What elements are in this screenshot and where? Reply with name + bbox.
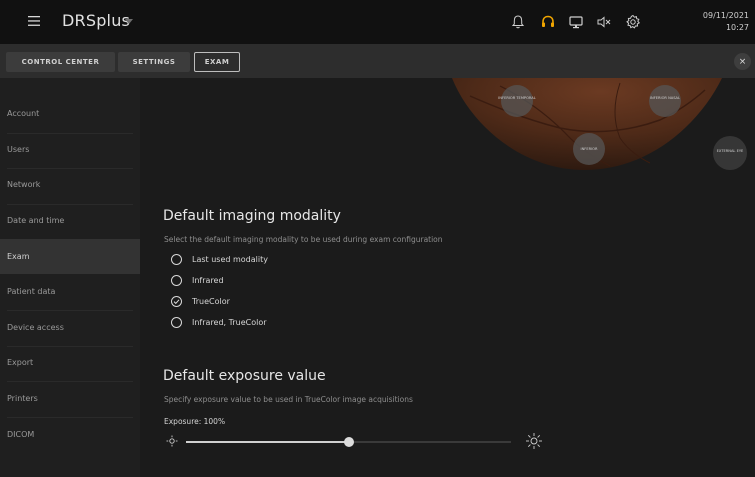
app-name: DRSplus bbox=[62, 11, 131, 30]
radio-label: Infrared, TrueColor bbox=[192, 318, 267, 327]
radio-button-checked[interactable] bbox=[171, 296, 182, 307]
exposure-section-title: Default exposure value bbox=[163, 368, 326, 384]
tab-settings[interactable]: SETTINGS bbox=[118, 52, 190, 72]
field-label: INFERIOR NASAL bbox=[650, 96, 680, 100]
settings-sidebar: Account Users Network Date and time Exam… bbox=[0, 78, 140, 477]
chevron-down-icon[interactable] bbox=[124, 16, 134, 26]
field-external-eye[interactable] bbox=[713, 136, 747, 170]
radio-label: TrueColor bbox=[192, 297, 230, 306]
fundus-field-selector: INFERIOR TEMPORAL INFERIOR NASAL INFERIO… bbox=[452, 78, 747, 170]
tab-exam[interactable]: EXAM bbox=[194, 52, 240, 72]
sidebar-item-account[interactable]: Account bbox=[0, 96, 140, 131]
radio-infrared[interactable]: Infrared bbox=[171, 275, 224, 286]
field-label: INFERIOR bbox=[581, 147, 598, 151]
field-label: INFERIOR TEMPORAL bbox=[498, 96, 536, 100]
volume-muted-icon[interactable] bbox=[596, 14, 612, 30]
radio-last-used-modality[interactable]: Last used modality bbox=[171, 254, 268, 265]
top-bar: DRSplus 09/11/2021 10:27 bbox=[0, 0, 755, 44]
tab-bar: CONTROL CENTER SETTINGS EXAM × bbox=[0, 44, 755, 78]
monitor-icon[interactable] bbox=[568, 14, 584, 30]
sidebar-item-printers[interactable]: Printers bbox=[0, 381, 140, 416]
brightness-low-icon bbox=[166, 435, 178, 447]
current-date: 09/11/2021 bbox=[702, 11, 749, 20]
field-label: EXTERNAL EYE bbox=[717, 149, 744, 153]
radio-button[interactable] bbox=[171, 317, 182, 328]
radio-infrared-truecolor[interactable]: Infrared, TrueColor bbox=[171, 317, 267, 328]
sidebar-item-date-and-time[interactable]: Date and time bbox=[0, 203, 140, 238]
sidebar-item-exam[interactable]: Exam bbox=[0, 239, 140, 274]
modality-description: Select the default imaging modality to b… bbox=[164, 235, 443, 244]
radio-button[interactable] bbox=[171, 254, 182, 265]
sidebar-item-device-access[interactable]: Device access bbox=[0, 310, 140, 345]
current-time: 10:27 bbox=[725, 23, 749, 32]
radio-button[interactable] bbox=[171, 275, 182, 286]
checkmark-icon bbox=[173, 299, 180, 305]
gear-icon[interactable] bbox=[625, 14, 641, 30]
radio-truecolor[interactable]: TrueColor bbox=[171, 296, 230, 307]
radio-label: Last used modality bbox=[192, 255, 268, 264]
field-inferior-temporal[interactable] bbox=[501, 85, 533, 117]
headset-icon[interactable] bbox=[540, 14, 556, 30]
sidebar-item-dicom[interactable]: DICOM bbox=[0, 417, 140, 452]
menu-icon[interactable] bbox=[27, 14, 41, 28]
sidebar-item-users[interactable]: Users bbox=[0, 132, 140, 167]
date-time: 09/11/2021 10:27 bbox=[703, 10, 749, 34]
close-icon[interactable]: × bbox=[734, 53, 751, 70]
field-inferior-nasal[interactable] bbox=[649, 85, 681, 117]
brightness-high-icon bbox=[526, 433, 542, 449]
radio-label: Infrared bbox=[192, 276, 224, 285]
exposure-value-label: Exposure: 100% bbox=[164, 417, 226, 426]
bell-icon[interactable] bbox=[510, 14, 526, 30]
sidebar-item-network[interactable]: Network bbox=[0, 167, 140, 202]
sidebar-item-export[interactable]: Export bbox=[0, 345, 140, 380]
exam-settings-panel: INFERIOR TEMPORAL INFERIOR NASAL INFERIO… bbox=[140, 78, 755, 477]
sidebar-item-patient-data[interactable]: Patient data bbox=[0, 274, 140, 309]
tab-control-center[interactable]: CONTROL CENTER bbox=[6, 52, 115, 72]
modality-section-title: Default imaging modality bbox=[163, 208, 341, 224]
exposure-slider-thumb[interactable] bbox=[343, 437, 354, 447]
exposure-description: Specify exposure value to be used in Tru… bbox=[164, 395, 413, 404]
exposure-slider-fill bbox=[186, 441, 349, 443]
exposure-slider-track[interactable] bbox=[186, 437, 511, 447]
